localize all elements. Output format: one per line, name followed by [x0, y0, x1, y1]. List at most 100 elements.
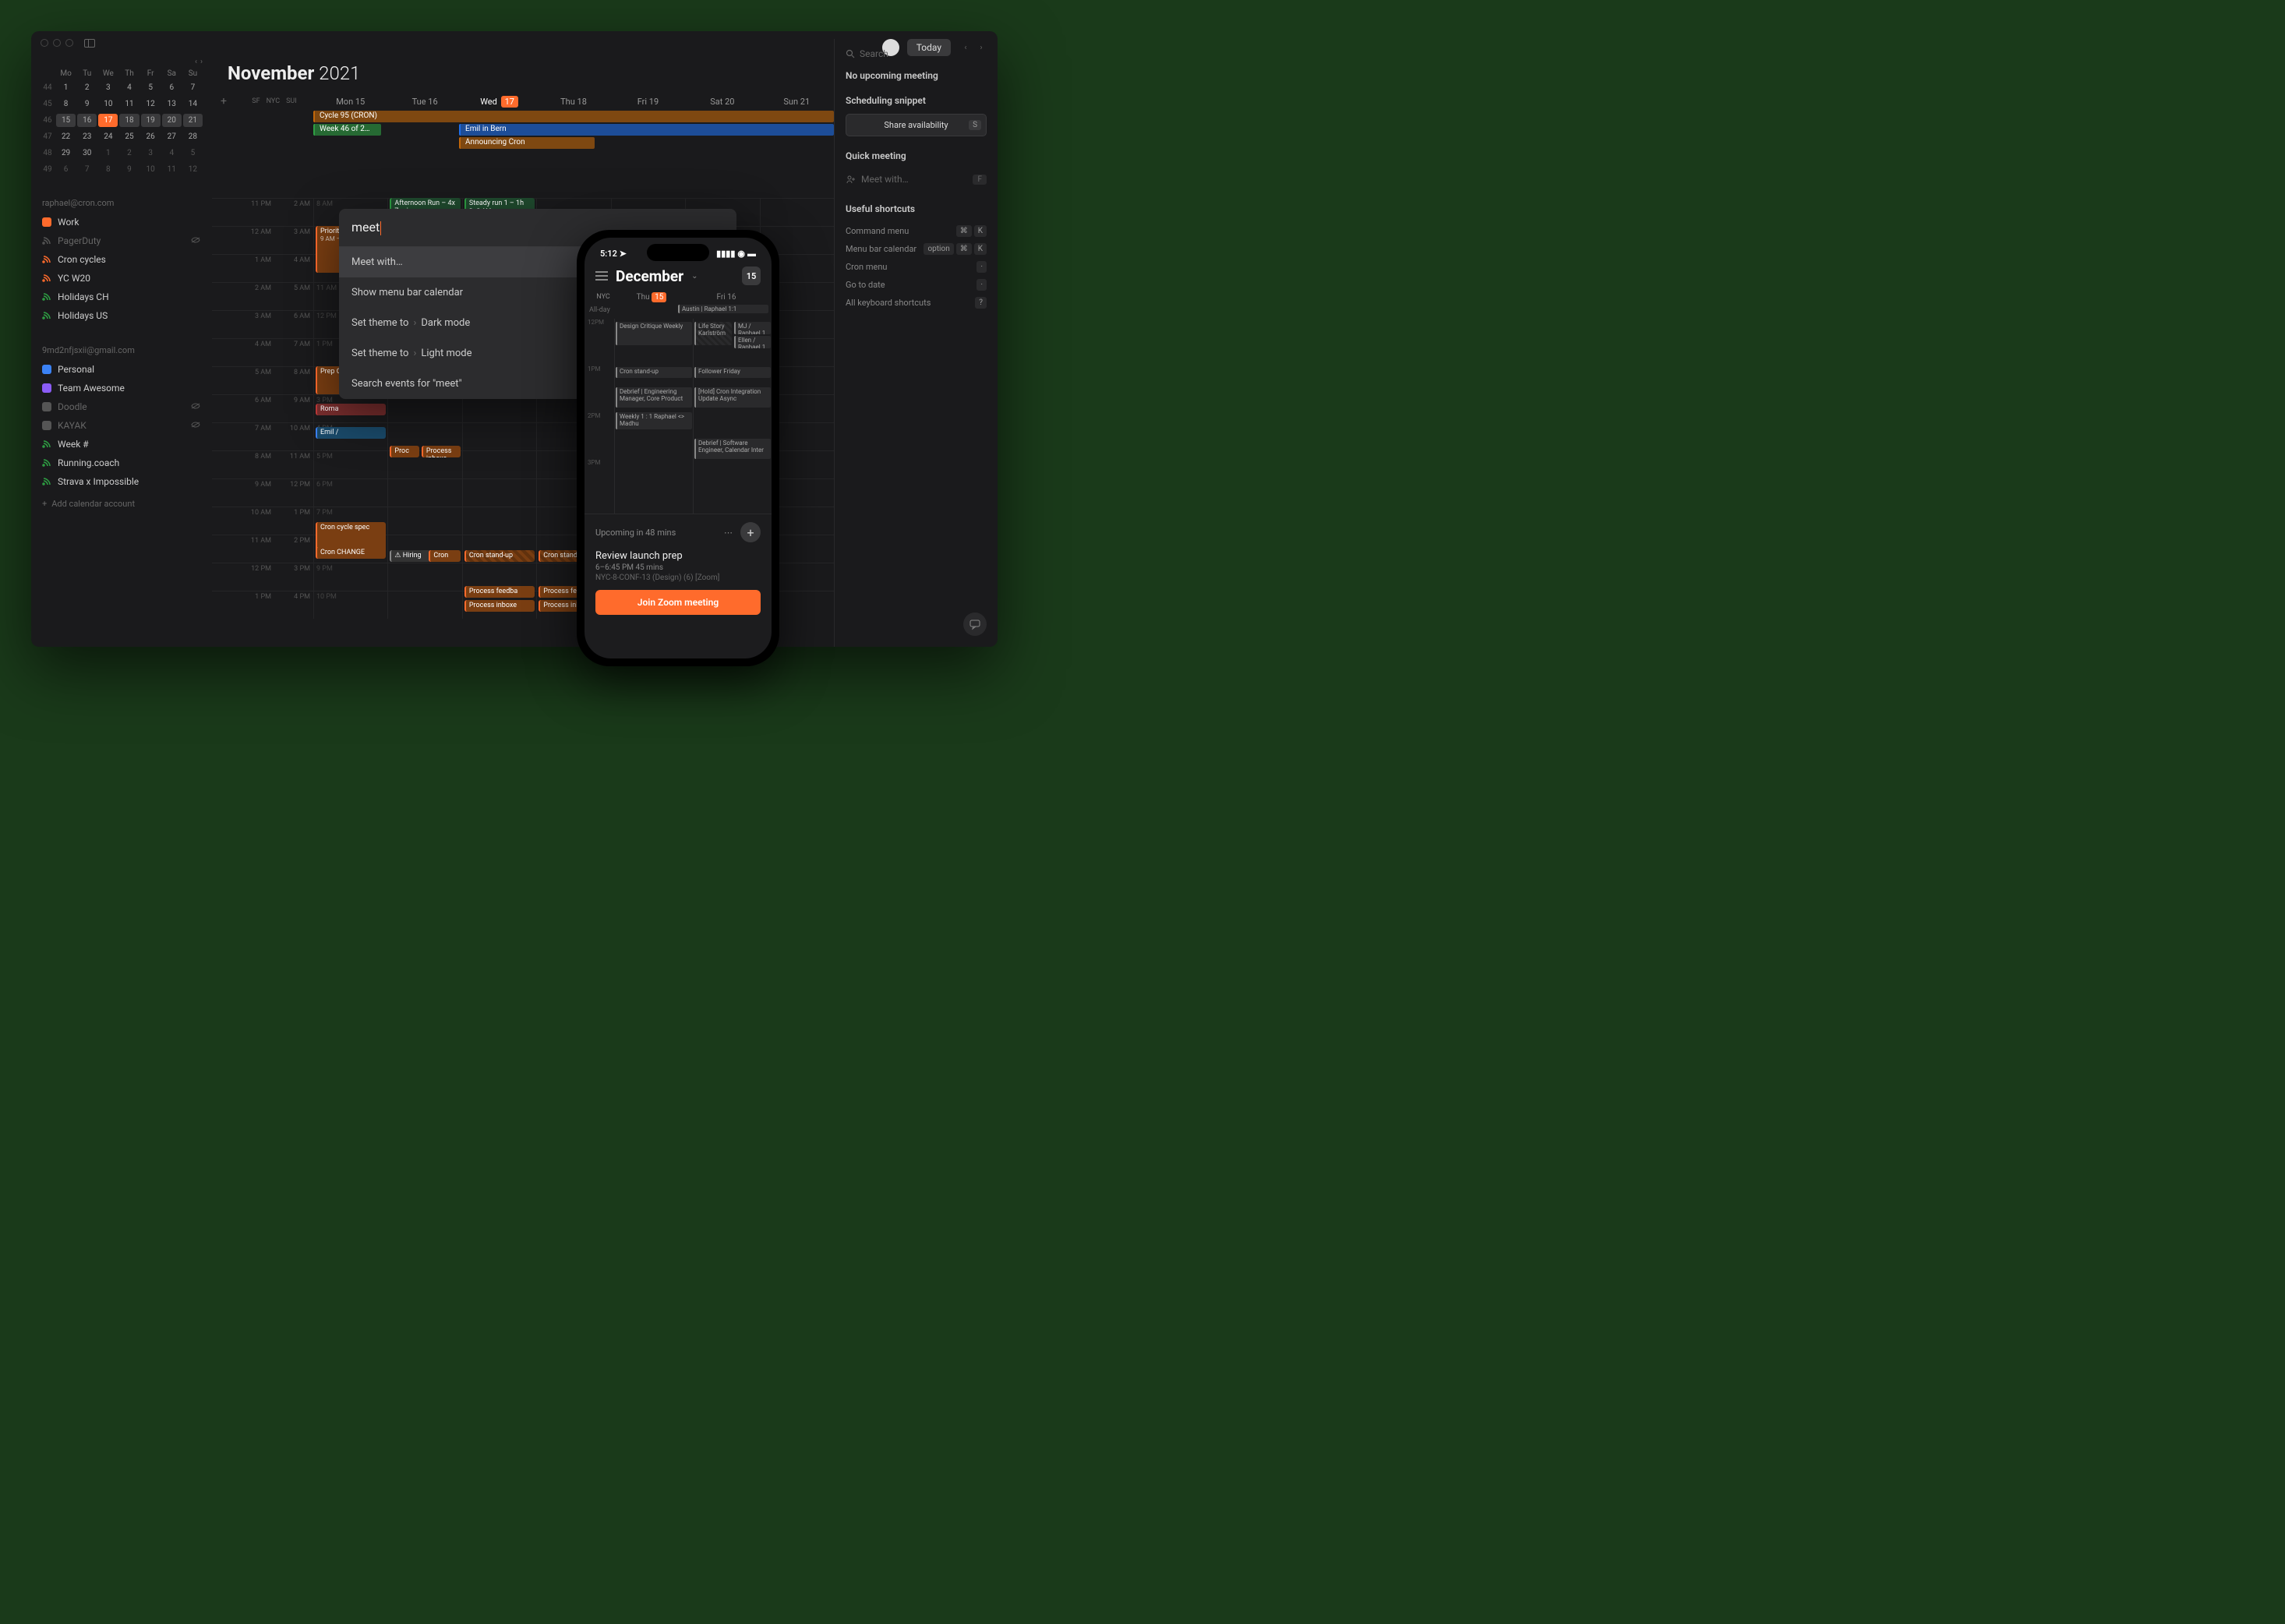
calendar-event[interactable]: Cron CHANGE	[316, 547, 386, 559]
phone-event[interactable]: Debrief | Software Engineer, Calendar In…	[694, 439, 771, 459]
mini-cal-day[interactable]: 23	[77, 130, 97, 143]
mini-cal-day[interactable]: 4	[119, 81, 139, 94]
mini-cal-day[interactable]: 2	[77, 81, 97, 94]
mini-cal-day[interactable]: 3	[98, 81, 118, 94]
shortcut-row[interactable]: Cron menu·	[846, 258, 987, 276]
calendar-item[interactable]: YC W20	[41, 269, 203, 288]
calendar-event[interactable]: Process inboxe	[422, 446, 461, 457]
phone-event[interactable]: [Hold] Cron Integration Update Async	[694, 387, 771, 408]
calendar-item[interactable]: KAYAK	[41, 416, 203, 435]
mini-cal-day[interactable]: 13	[162, 97, 182, 111]
mini-cal-day[interactable]: 24	[98, 130, 118, 143]
date-badge[interactable]: 15	[742, 267, 761, 285]
calendar-event[interactable]: Emil /	[316, 427, 386, 439]
visibility-toggle-icon[interactable]	[190, 235, 201, 246]
mini-cal-day[interactable]: 1	[56, 81, 76, 94]
upcoming-title[interactable]: Review launch prep	[595, 550, 761, 562]
shortcut-row[interactable]: All keyboard shortcuts?	[846, 294, 987, 312]
phone-month[interactable]: December	[616, 267, 683, 285]
calendar-item[interactable]: Holidays CH	[41, 288, 203, 306]
menu-icon[interactable]	[595, 271, 608, 281]
allday-event[interactable]: Cycle 95 (CRON)	[313, 111, 834, 122]
mini-cal-day[interactable]: 12	[183, 163, 203, 176]
add-event-button[interactable]: +	[740, 522, 761, 542]
calendar-event[interactable]: Proc	[390, 446, 419, 457]
phone-event[interactable]: MJ / Raphael 1	[734, 322, 771, 334]
calendar-event[interactable]: Cron	[429, 550, 461, 562]
mini-cal-day[interactable]: 16	[77, 114, 97, 127]
calendar-item[interactable]: Week #	[41, 435, 203, 454]
shortcut-row[interactable]: Go to date·	[846, 276, 987, 294]
calendar-item[interactable]: Team Awesome	[41, 379, 203, 397]
mini-cal-day[interactable]: 3	[141, 147, 161, 160]
calendar-item[interactable]: Holidays US	[41, 306, 203, 325]
visibility-toggle-icon[interactable]	[190, 420, 201, 431]
phone-event[interactable]: Design Critique Weekly	[616, 322, 692, 345]
mini-next-icon[interactable]: ›	[200, 58, 203, 66]
phone-grid[interactable]: 12PM1PM2PM3PM Design Critique WeeklyCron…	[584, 319, 772, 514]
calendar-event[interactable]: Cron stand-up	[464, 550, 535, 562]
mini-cal-day[interactable]: 5	[141, 81, 161, 94]
calendar-item[interactable]: Strava x Impossible	[41, 472, 203, 491]
shortcut-row[interactable]: Menu bar calendaroption⌘K	[846, 240, 987, 258]
mini-cal-day[interactable]: 4	[162, 147, 182, 160]
calendar-item[interactable]: Work	[41, 213, 203, 231]
phone-event[interactable]: Cron stand-up	[616, 367, 692, 378]
mini-cal-day[interactable]: 7	[77, 163, 97, 176]
calendar-item[interactable]: Cron cycles	[41, 250, 203, 269]
allday-event[interactable]: Announcing Cron	[459, 137, 595, 149]
phone-event[interactable]: Ellen / Raphael 1	[734, 336, 771, 348]
add-account-button[interactable]: +Add calendar account	[41, 491, 203, 517]
mini-cal-day[interactable]: 27	[162, 130, 182, 143]
chevron-down-icon[interactable]: ⌄	[691, 272, 698, 281]
mini-cal-day[interactable]: 1	[98, 147, 118, 160]
calendar-item[interactable]: Doodle	[41, 397, 203, 416]
close-dot[interactable]	[41, 39, 48, 47]
mini-cal-day[interactable]: 18	[119, 114, 139, 127]
mini-cal-day[interactable]: 7	[183, 81, 203, 94]
mini-cal-day[interactable]: 25	[119, 130, 139, 143]
mini-cal-day[interactable]: 11	[162, 163, 182, 176]
mini-cal-day[interactable]: 8	[56, 97, 76, 111]
mini-cal-day[interactable]: 9	[119, 163, 139, 176]
mini-cal-day[interactable]: 12	[141, 97, 161, 111]
mini-cal-day[interactable]: 8	[98, 163, 118, 176]
mini-cal-day[interactable]: 28	[183, 130, 203, 143]
mini-cal-day[interactable]: 14	[183, 97, 203, 111]
mini-cal-day[interactable]: 20	[162, 114, 182, 127]
calendar-item[interactable]: PagerDuty	[41, 231, 203, 250]
join-zoom-button[interactable]: Join Zoom meeting	[595, 590, 761, 615]
mini-cal-day[interactable]: 10	[141, 163, 161, 176]
calendar-item[interactable]: Running.coach	[41, 454, 203, 472]
phone-event[interactable]: Life Story Karlström	[694, 322, 732, 345]
calendar-event[interactable]: Roma	[316, 404, 386, 415]
sidebar-toggle-icon[interactable]	[84, 39, 95, 48]
allday-event[interactable]: Week 46 of 2…	[313, 124, 381, 136]
share-availability-button[interactable]: Share availabilityS	[846, 114, 987, 136]
mini-cal-day[interactable]: 29	[56, 147, 76, 160]
mini-cal-day[interactable]: 5	[183, 147, 203, 160]
chat-icon[interactable]	[963, 613, 987, 636]
calendar-event[interactable]: Process inboxe	[464, 600, 535, 612]
mini-cal-day[interactable]: 2	[119, 147, 139, 160]
mini-cal-day[interactable]: 15	[56, 114, 76, 127]
calendar-item[interactable]: Personal	[41, 360, 203, 379]
phone-event[interactable]: Debrief | Engineering Manager, Core Prod…	[616, 387, 692, 408]
minimize-dot[interactable]	[53, 39, 61, 47]
mini-cal-day[interactable]: 10	[98, 97, 118, 111]
mini-calendar[interactable]: MoTuWeThFrSaSu 4412345674589101112131446…	[41, 68, 203, 178]
mini-cal-day[interactable]: 19	[141, 114, 161, 127]
allday-event[interactable]: Emil in Bern	[459, 124, 834, 136]
mini-cal-day[interactable]: 26	[141, 130, 161, 143]
mini-cal-day[interactable]: 30	[77, 147, 97, 160]
mini-cal-day[interactable]: 17	[98, 114, 118, 127]
meet-with-button[interactable]: Meet with…F	[846, 169, 987, 189]
add-event-icon[interactable]: +	[212, 95, 235, 108]
calendar-event[interactable]: Process feedba	[464, 586, 535, 598]
mini-cal-day[interactable]: 22	[56, 130, 76, 143]
mini-cal-day[interactable]: 6	[162, 81, 182, 94]
search-input[interactable]: Search	[846, 45, 987, 70]
mini-cal-day[interactable]: 21	[183, 114, 203, 127]
phone-event[interactable]: Follower Friday	[694, 367, 771, 378]
mini-cal-day[interactable]: 6	[56, 163, 76, 176]
